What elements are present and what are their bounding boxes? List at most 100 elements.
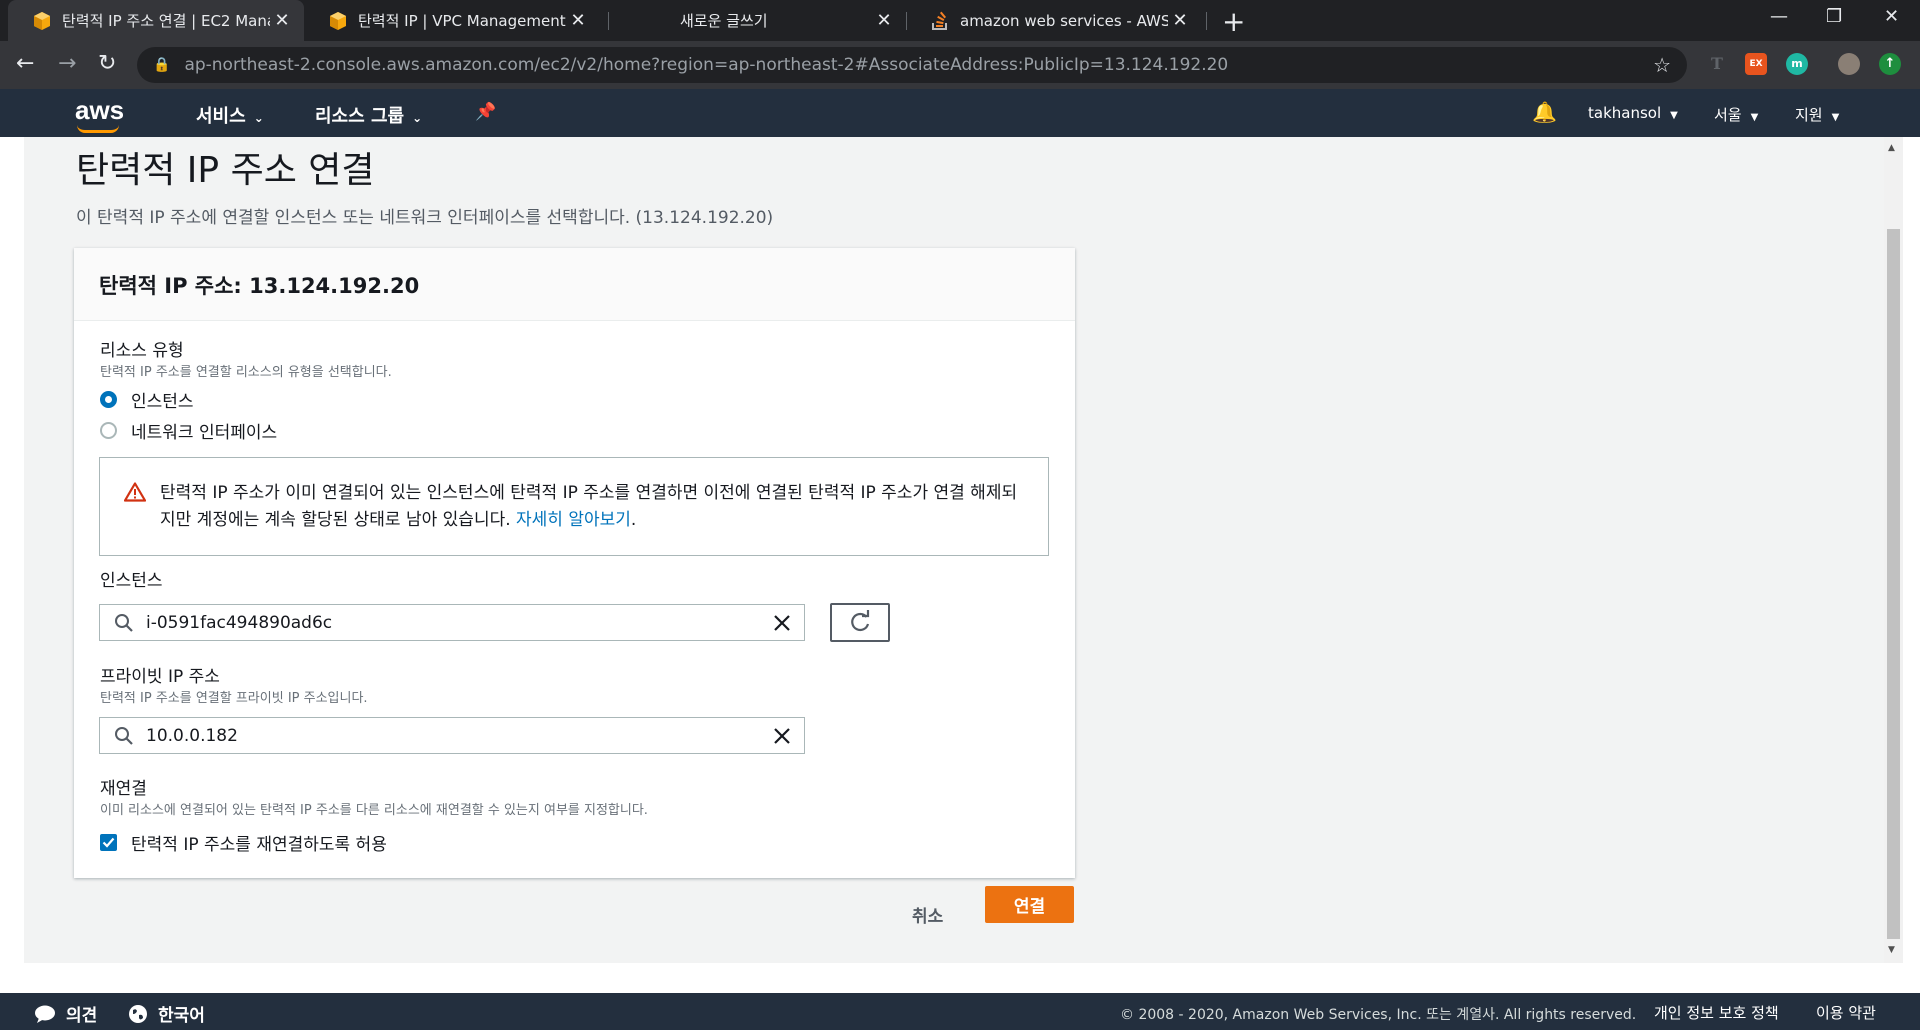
resource-type-help: 탄력적 IP 주소를 연결할 리소스의 유형을 선택합니다. <box>100 365 392 380</box>
extension-m-icon[interactable]: m <box>1786 53 1808 75</box>
learn-more-link[interactable]: 자세히 알아보기 <box>516 510 631 530</box>
close-tab-icon[interactable]: ✕ <box>872 10 896 31</box>
account-menu[interactable]: takhansol ▼ <box>1588 104 1678 122</box>
reassociation-label: 재연결 <box>100 779 147 799</box>
resource-groups-label: 리소스 그룹 <box>315 106 405 127</box>
checkbox-checked-icon <box>100 834 117 851</box>
profile-avatar[interactable] <box>1838 53 1860 75</box>
browser-tab-stackoverflow[interactable]: amazon web services - AWS Ca ✕ <box>906 0 1202 41</box>
url-text: ap-northeast-2.console.aws.amazon.com/ec… <box>184 55 1229 75</box>
warning-alert: 탄력적 IP 주소가 이미 연결되어 있는 인스턴스에 탄력적 IP 주소를 연… <box>99 457 1049 556</box>
aws-footer: 의견 한국어 © 2008 - 2020, Amazon Web Service… <box>0 993 1920 1030</box>
new-tab-icon[interactable]: + <box>1222 5 1245 38</box>
extension-ex-icon[interactable]: EX <box>1745 53 1767 75</box>
browser-tab-bar: 탄력적 IP 주소 연결 | EC2 Mana ✕ 탄력적 IP | VPC M… <box>0 0 1920 41</box>
window-close-icon[interactable]: ✕ <box>1884 6 1899 27</box>
allow-reassociation-checkbox[interactable]: 탄력적 IP 주소를 재연결하도록 허용 <box>100 830 387 855</box>
private-ip-label: 프라이빗 IP 주소 <box>100 667 220 687</box>
clear-icon[interactable] <box>770 724 794 748</box>
browser-tab-ec2[interactable]: 탄력적 IP 주소 연결 | EC2 Mana ✕ <box>8 0 304 41</box>
feedback-link[interactable]: 의견 <box>34 1001 97 1026</box>
radio-unselected-icon <box>100 422 117 439</box>
copyright-text: © 2008 - 2020, Amazon Web Services, Inc.… <box>1120 1007 1637 1023</box>
caret-down-icon: ▼ <box>1750 112 1759 123</box>
page-description: 이 탄력적 IP 주소에 연결할 인스턴스 또는 네트워크 인터페이스를 선택합… <box>76 208 774 228</box>
privacy-policy-link[interactable]: 개인 정보 보호 정책 <box>1654 1002 1779 1023</box>
warning-triangle-icon <box>124 482 146 502</box>
allow-reassociation-label: 탄력적 IP 주소를 재연결하도록 허용 <box>131 835 387 855</box>
caret-down-icon: ▼ <box>1831 112 1840 123</box>
address-bar[interactable]: 🔒 ap-northeast-2.console.aws.amazon.com/… <box>137 47 1687 83</box>
caret-down-icon: ▼ <box>1670 110 1678 121</box>
scrollbar-thumb[interactable] <box>1887 229 1900 939</box>
private-ip-value: 10.0.0.182 <box>146 725 238 746</box>
instance-search-input[interactable]: i-0591fac494890ad6c <box>99 604 805 641</box>
page-scrollbar[interactable]: ▲ ▼ <box>1884 137 1903 963</box>
panel-header: 탄력적 IP 주소: 13.124.192.20 <box>74 248 1075 321</box>
tab-title: 탄력적 IP 주소 연결 | EC2 Mana <box>62 12 270 30</box>
tab-divider <box>1206 12 1207 30</box>
pin-icon[interactable]: 📌 <box>475 102 496 122</box>
tab-title: amazon web services - AWS Ca <box>960 11 1168 30</box>
private-ip-input[interactable]: 10.0.0.182 <box>99 717 805 754</box>
radio-instance-label: 인스턴스 <box>131 392 194 412</box>
aws-smile-icon <box>77 125 119 133</box>
chevron-down-icon: ⌄ <box>253 111 264 125</box>
associate-button[interactable]: 연결 <box>985 886 1074 923</box>
aws-logo-text: aws <box>75 95 125 125</box>
scroll-down-icon[interactable]: ▼ <box>1888 945 1895 955</box>
radio-network-interface-label: 네트워크 인터페이스 <box>131 423 278 443</box>
scroll-up-icon[interactable]: ▲ <box>1888 143 1895 153</box>
aws-logo[interactable]: aws <box>75 95 125 133</box>
resource-type-label: 리소스 유형 <box>100 341 184 361</box>
blank-favicon <box>650 11 670 31</box>
close-tab-icon[interactable]: ✕ <box>566 10 590 31</box>
tab-divider <box>608 12 609 30</box>
aws-cube-icon <box>32 11 52 31</box>
support-label: 지원 <box>1795 106 1823 124</box>
region-name: 서울 <box>1714 106 1742 124</box>
search-icon <box>115 726 133 745</box>
language-selector[interactable]: 한국어 <box>128 1001 205 1026</box>
browser-tab-vpc[interactable]: 탄력적 IP | VPC Management C ✕ <box>304 0 600 41</box>
aws-top-nav: aws 서비스 ⌄ 리소스 그룹 ⌄ 📌 🔔 takhansol ▼ 서울 ▼ 지원 ▼ <box>0 89 1920 137</box>
browser-tab-new-post[interactable]: 새로운 글쓰기 ✕ <box>610 0 906 41</box>
chevron-down-icon: ⌄ <box>412 111 423 125</box>
globe-icon <box>129 1004 147 1023</box>
close-tab-icon[interactable]: ✕ <box>1168 10 1192 31</box>
forward-arrow-icon[interactable]: → <box>58 51 76 76</box>
minimize-icon[interactable]: — <box>1770 6 1788 27</box>
instance-label: 인스턴스 <box>100 571 163 591</box>
terms-link[interactable]: 이용 약관 <box>1816 1002 1876 1023</box>
speech-bubble-icon <box>35 1005 55 1023</box>
tab-title: 새로운 글쓰기 <box>680 12 768 30</box>
lock-icon: 🔒 <box>153 57 171 73</box>
cancel-button[interactable]: 취소 <box>912 902 943 927</box>
services-menu[interactable]: 서비스 ⌄ <box>196 102 264 128</box>
associate-button-label: 연결 <box>1013 897 1046 917</box>
bell-icon[interactable]: 🔔 <box>1532 100 1557 124</box>
services-label: 서비스 <box>196 106 246 127</box>
feedback-label: 의견 <box>66 1006 98 1026</box>
clear-icon[interactable] <box>770 611 794 635</box>
refresh-button[interactable] <box>830 603 890 642</box>
restore-icon[interactable]: ❐ <box>1826 6 1842 27</box>
bookmark-star-icon[interactable]: ☆ <box>1653 53 1671 77</box>
back-arrow-icon[interactable]: ← <box>16 51 34 76</box>
reload-icon[interactable]: ↻ <box>98 51 116 76</box>
refresh-icon <box>851 610 870 632</box>
instance-value: i-0591fac494890ad6c <box>146 612 333 633</box>
radio-instance[interactable]: 인스턴스 <box>100 387 194 412</box>
region-menu[interactable]: 서울 ▼ <box>1714 104 1758 125</box>
resource-groups-menu[interactable]: 리소스 그룹 ⌄ <box>315 102 422 128</box>
close-tab-icon[interactable]: ✕ <box>270 10 294 31</box>
aws-cube-icon <box>328 11 348 31</box>
browser-toolbar: ← → ↻ 🔒 ap-northeast-2.console.aws.amazo… <box>0 41 1920 89</box>
account-name: takhansol <box>1588 104 1662 122</box>
radio-network-interface[interactable]: 네트워크 인터페이스 <box>100 418 277 443</box>
support-menu[interactable]: 지원 ▼ <box>1795 104 1839 125</box>
warning-suffix: . <box>630 510 637 530</box>
extension-t-icon[interactable]: T <box>1706 53 1728 75</box>
update-arrow-icon[interactable]: ↑ <box>1879 53 1901 75</box>
private-ip-help: 탄력적 IP 주소를 연결할 프라이빗 IP 주소입니다. <box>100 691 368 706</box>
